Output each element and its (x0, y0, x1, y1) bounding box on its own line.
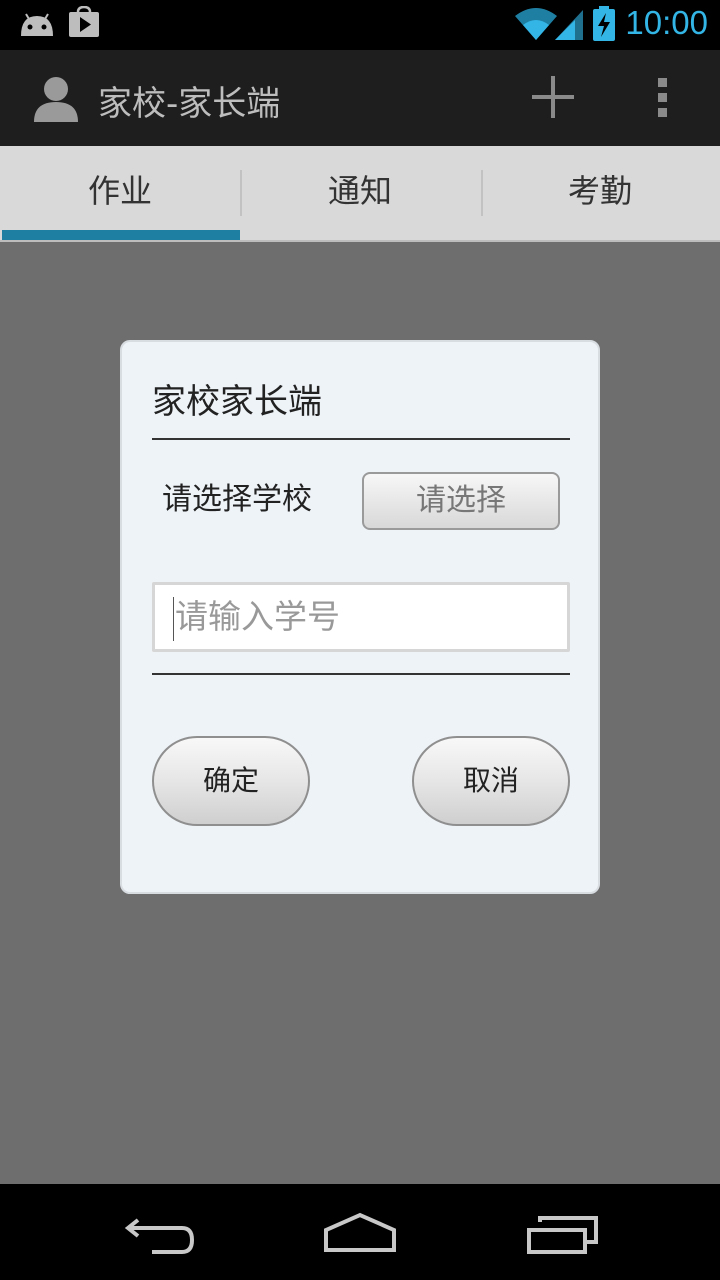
recents-icon[interactable] (526, 1214, 600, 1260)
app-title: 家校-家长端 (98, 84, 281, 124)
tab-selected-indicator (2, 230, 240, 240)
school-label: 请选择学校 (162, 482, 312, 517)
navigation-bar (0, 1184, 720, 1280)
tab-notice[interactable]: 通知 (240, 146, 480, 242)
status-bar: 10:00 (0, 0, 720, 50)
text-cursor (173, 597, 174, 641)
android-icon (18, 10, 56, 42)
add-icon[interactable] (530, 74, 576, 124)
cancel-button[interactable]: 取消 (412, 736, 570, 826)
avatar-icon[interactable] (30, 72, 82, 128)
back-icon[interactable] (124, 1216, 196, 1260)
overflow-menu-icon[interactable] (655, 76, 671, 124)
dialog-divider (152, 673, 570, 675)
dialog-title: 家校家长端 (152, 382, 322, 422)
dialog-divider (152, 438, 570, 440)
tab-homework[interactable]: 作业 (0, 146, 240, 242)
login-dialog: 家校家长端 请选择学校 请选择 请输入学号 确定 取消 (120, 340, 600, 894)
confirm-button[interactable]: 确定 (152, 736, 310, 826)
student-id-input[interactable]: 请输入学号 (152, 582, 570, 652)
student-id-placeholder: 请输入学号 (175, 597, 340, 636)
action-bar: 家校-家长端 (0, 50, 720, 146)
signal-icon (553, 8, 585, 46)
tab-bar: 作业 通知 考勤 (0, 146, 720, 242)
battery-charging-icon (592, 6, 616, 46)
status-time: 10:00 (625, 4, 708, 41)
home-icon[interactable] (322, 1212, 398, 1258)
tab-attendance[interactable]: 考勤 (480, 146, 720, 242)
select-school-button[interactable]: 请选择 (362, 472, 560, 530)
wifi-icon (514, 6, 558, 46)
play-store-icon (68, 5, 100, 42)
